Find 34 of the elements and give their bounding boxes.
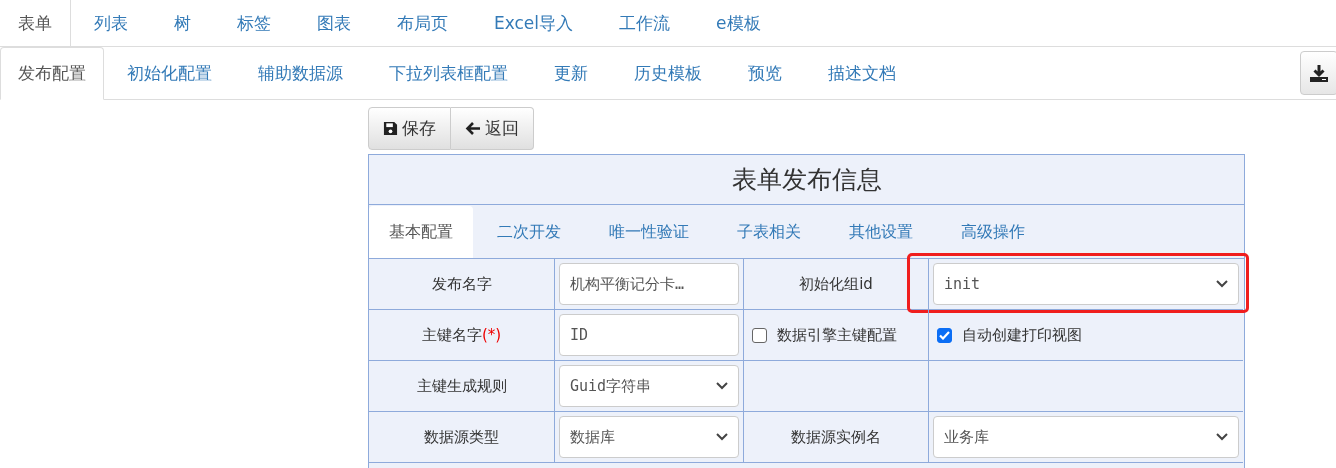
select-field[interactable]: init <box>933 263 1239 305</box>
field-label: 数据源实例名 <box>791 427 881 447</box>
text-input[interactable]: 机构平衡记分卡… <box>559 263 739 305</box>
save-icon <box>383 121 398 136</box>
field-label: 发布名字 <box>431 274 492 294</box>
field-label: 初始化组id <box>799 274 873 294</box>
download-button[interactable] <box>1300 51 1336 95</box>
select-field[interactable]: 业务库 <box>933 416 1239 458</box>
checkbox[interactable] <box>937 327 952 343</box>
panel-tab[interactable]: 高级操作 <box>937 206 1049 258</box>
select-field[interactable]: 数据库 <box>559 416 739 458</box>
checkbox[interactable] <box>752 327 767 343</box>
arrow-left-icon <box>465 121 481 136</box>
panel-title: 表单发布信息 <box>369 155 1244 205</box>
chevron-down-icon <box>1216 280 1228 288</box>
field-label: 数据源类型 <box>424 427 499 447</box>
panel-tab[interactable]: 唯一性验证 <box>585 206 713 258</box>
checkbox-label: 自动创建打印视图 <box>962 325 1082 345</box>
panel-tab[interactable]: 子表相关 <box>713 206 825 258</box>
download-icon <box>1310 64 1328 82</box>
select-field[interactable]: Guid字符串 <box>559 365 739 407</box>
chevron-down-icon <box>1216 433 1228 441</box>
chevron-down-icon <box>716 382 728 390</box>
sub-tab[interactable]: 发布配置 <box>0 47 104 100</box>
checkbox-label: 数据引擎主键配置 <box>777 325 897 345</box>
panel-tab[interactable]: 二次开发 <box>473 206 585 258</box>
field-label: 主键生成规则 <box>416 376 507 396</box>
toolbar-button[interactable]: 返回 <box>451 107 534 150</box>
toolbar-button[interactable]: 保存 <box>368 107 451 150</box>
panel-tab[interactable]: 其他设置 <box>825 206 937 258</box>
text-input[interactable]: ID <box>559 314 739 356</box>
field-label: 主键名字(*) <box>421 325 502 345</box>
chevron-down-icon <box>716 433 728 441</box>
panel-tab[interactable]: 基本配置 <box>369 206 473 258</box>
